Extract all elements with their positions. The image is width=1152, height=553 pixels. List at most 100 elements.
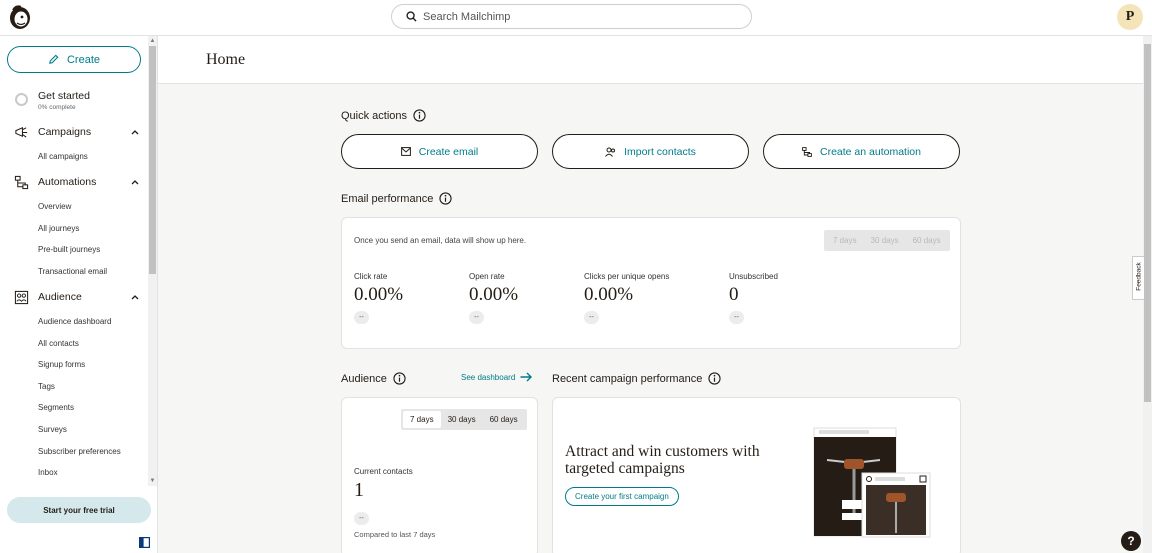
user-avatar[interactable]: P [1117, 4, 1143, 30]
create-button-label: Create [66, 53, 101, 66]
automation-icon [802, 146, 812, 157]
range-option-7-days[interactable]: 7 days [403, 411, 441, 428]
sidebar-item-inbox[interactable]: Inbox [38, 468, 58, 477]
recent-campaign-card: Attract and win customers with targeted … [552, 397, 961, 553]
sidebar-item-tags[interactable]: Tags [38, 382, 55, 391]
empty-state-note: Once you send an email, data will show u… [354, 236, 527, 245]
sidebar-item-segments[interactable]: Segments [38, 403, 74, 412]
sidebar-group-audience[interactable]: Audience [14, 288, 140, 306]
sidebar-group-label: Audience [38, 291, 82, 303]
recent-campaign-heading: Recent campaign performance [552, 372, 722, 385]
sidebar-item-all-campaigns[interactable]: All campaigns [38, 152, 88, 161]
scroll-down-arrow-icon[interactable]: ▼ [149, 477, 156, 485]
chevron-up-icon[interactable] [130, 177, 140, 187]
create-email-button[interactable]: Create email [341, 134, 538, 169]
create-automation-label: Create an automation [820, 145, 921, 158]
sidebar-scrollbar-thumb[interactable] [149, 46, 156, 274]
info-icon[interactable] [413, 109, 426, 122]
quick-actions-title: Quick actions [341, 109, 408, 122]
sidebar-group-automations[interactable]: Automations [14, 173, 140, 191]
main-scrollbar[interactable] [1143, 36, 1152, 553]
metric-change-badge: -- [469, 311, 484, 324]
sidebar-item-signup-forms[interactable]: Signup forms [38, 360, 85, 369]
audience-title: Audience [341, 372, 387, 385]
sidebar-scrollbar[interactable]: ▲ ▼ [148, 36, 157, 486]
promo-title: Attract and win customers with targeted … [565, 443, 760, 477]
metric-value: 0 [729, 284, 739, 305]
get-started-title: Get started [38, 90, 90, 102]
mailchimp-logo-icon[interactable] [8, 4, 32, 30]
create-first-campaign-button[interactable]: Create your first campaign [565, 487, 679, 506]
metric-clicks-per-unique-opens: Clicks per unique opens 0.00% -- [584, 272, 669, 324]
collapse-sidebar-icon[interactable] [139, 537, 150, 548]
page-header: Home [158, 36, 1143, 84]
audience-card: 7 days 30 days 60 days Current contacts … [341, 397, 538, 553]
info-icon[interactable] [708, 372, 722, 385]
main-content: Home Quick actions Create email Import c… [158, 36, 1143, 553]
range-option: 60 days [912, 236, 941, 245]
import-contacts-button[interactable]: Import contacts [552, 134, 749, 169]
info-icon[interactable] [439, 192, 452, 205]
range-option: 7 days [833, 236, 857, 245]
email-range-selector: 7 days 30 days 60 days [824, 230, 950, 251]
current-contacts-label: Current contacts [354, 467, 413, 476]
sidebar-item-all-contacts[interactable]: All contacts [38, 339, 79, 348]
see-dashboard-label: See dashboard [461, 372, 516, 382]
metric-value: 0.00% [354, 284, 404, 305]
contacts-icon [605, 147, 616, 157]
chevron-up-icon[interactable] [130, 127, 140, 137]
main-scrollbar-thumb[interactable] [1144, 44, 1151, 402]
create-button[interactable]: Create [7, 46, 141, 73]
search-input[interactable] [423, 10, 723, 23]
feedback-label: Feedback [1135, 262, 1143, 291]
megaphone-icon [15, 126, 28, 138]
sidebar-nav: Create Get started 0% complete Campaigns… [0, 36, 148, 486]
email-performance-title: Email performance [341, 192, 434, 205]
get-started-item[interactable]: Get started 0% complete [14, 89, 144, 113]
email-performance-card: Once you send an email, data will show u… [341, 217, 961, 349]
range-option-30-days[interactable]: 30 days [441, 411, 483, 428]
top-bar: P [0, 0, 1152, 36]
help-button[interactable]: ? [1121, 531, 1141, 551]
feedback-tab[interactable]: Feedback [1132, 256, 1144, 300]
metric-change-badge: -- [729, 311, 744, 324]
sidebar-item-all-journeys[interactable]: All journeys [38, 224, 79, 233]
search-icon [406, 11, 417, 22]
sidebar-group-label: Automations [38, 176, 97, 188]
sidebar-item-subscriber-preferences[interactable]: Subscriber preferences [38, 447, 121, 456]
scroll-up-arrow-icon[interactable]: ▲ [149, 37, 156, 45]
see-dashboard-link[interactable]: See dashboard [461, 372, 533, 382]
metric-label: Open rate [469, 272, 505, 281]
arrow-right-icon [520, 372, 533, 382]
import-contacts-label: Import contacts [624, 145, 696, 158]
metric-open-rate: Open rate 0.00% -- [469, 272, 518, 324]
sidebar-group-campaigns[interactable]: Campaigns [14, 123, 140, 141]
quick-actions-heading: Quick actions [341, 109, 426, 122]
audience-range-selector[interactable]: 7 days 30 days 60 days [401, 409, 527, 430]
sidebar-item-overview[interactable]: Overview [38, 202, 71, 211]
info-icon[interactable] [393, 372, 406, 385]
metric-click-rate: Click rate 0.00% -- [354, 272, 403, 324]
range-option-60-days[interactable]: 60 days [483, 411, 525, 428]
sidebar: Create Get started 0% complete Campaigns… [0, 36, 158, 553]
metric-label: Click rate [354, 272, 388, 281]
metric-value: 0.00% [584, 284, 634, 305]
current-contacts-value: 1 [354, 479, 364, 501]
automation-flow-icon [14, 175, 29, 189]
create-automation-button[interactable]: Create an automation [763, 134, 960, 169]
chevron-up-icon[interactable] [130, 292, 140, 302]
search-bar[interactable] [391, 4, 752, 29]
sidebar-item-transactional-email[interactable]: Transactional email [38, 267, 107, 276]
metric-value: 0.00% [469, 284, 519, 305]
metric-unsubscribed: Unsubscribed 0 -- [729, 272, 778, 324]
sidebar-item-surveys[interactable]: Surveys [38, 425, 67, 434]
sidebar-item-pre-built-journeys[interactable]: Pre-built journeys [38, 245, 100, 254]
metric-change-badge: -- [584, 311, 599, 324]
start-free-trial-button[interactable]: Start your free trial [7, 497, 151, 523]
progress-ring-icon [15, 93, 28, 106]
sidebar-item-audience-dashboard[interactable]: Audience dashboard [38, 317, 111, 326]
metric-change-badge: -- [354, 311, 369, 324]
audience-change-badge: -- [354, 512, 369, 525]
get-started-progress: 0% complete [38, 104, 76, 111]
audience-heading: Audience [341, 372, 406, 385]
